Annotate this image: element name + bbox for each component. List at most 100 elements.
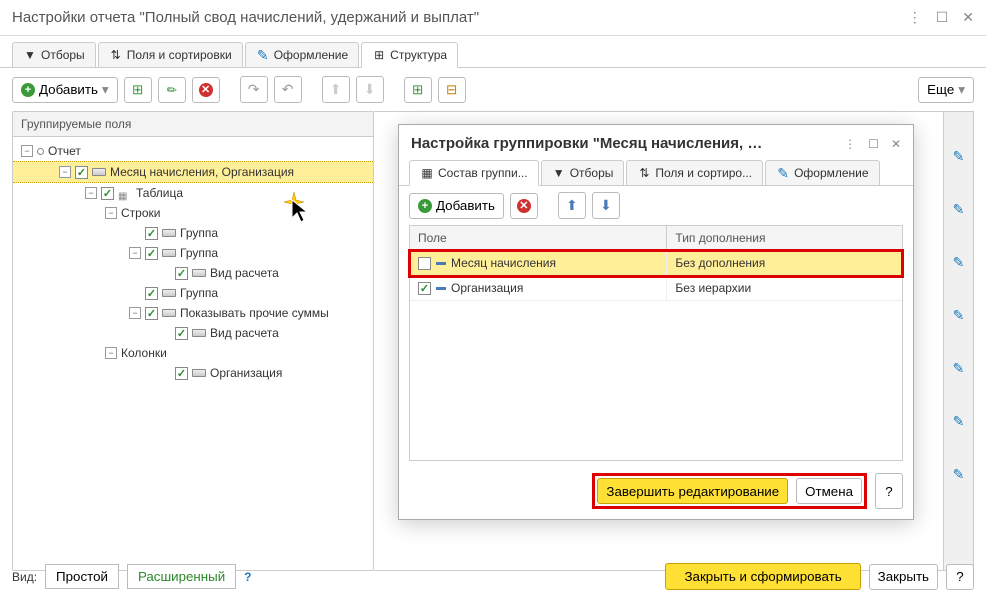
tab-filters[interactable]: ▼Отборы (12, 42, 96, 67)
footer-help-button[interactable]: ? (946, 564, 974, 590)
swap2-button[interactable]: ↶ (274, 76, 302, 103)
brush-icon[interactable]: ✎ (953, 307, 965, 324)
expand-button[interactable]: ⊞ (404, 77, 432, 103)
move-down-button[interactable]: ⬇ (356, 76, 384, 103)
main-tabs: ▼Отборы ⇅Поля и сортировки ✎Оформление ⊞… (0, 36, 986, 68)
checkbox[interactable] (418, 282, 431, 295)
checkbox[interactable] (175, 367, 188, 380)
dlg-add-button[interactable]: +Добавить (409, 193, 504, 219)
brush-icon[interactable]: ✎ (953, 201, 965, 218)
node-group2[interactable]: −Группа (13, 243, 373, 263)
brush-icon[interactable]: ✎ (953, 413, 965, 430)
tab-format[interactable]: ✎Оформление (245, 42, 359, 67)
more-icon[interactable]: ⋮ (908, 9, 922, 26)
down-icon: ⬇ (600, 197, 612, 214)
node-group3[interactable]: Группа (13, 283, 373, 303)
col-type: Тип дополнения (667, 226, 902, 250)
tab-dlg-fields[interactable]: ⇅Поля и сортиро... (626, 160, 763, 185)
node-show-other[interactable]: −Показывать прочие суммы (13, 303, 373, 323)
filter-icon: ▼ (23, 48, 37, 62)
node-table[interactable]: −Таблица (13, 183, 373, 203)
group-icon (162, 288, 176, 298)
brush-icon[interactable]: ✎ (953, 148, 965, 165)
checkbox[interactable] (101, 187, 114, 200)
checkbox[interactable] (145, 247, 158, 260)
more-button[interactable]: Еще▾ (918, 77, 974, 103)
tab-structure[interactable]: ⊞Структура (361, 42, 458, 68)
tree-icon: ⊞ (372, 48, 386, 62)
group-icon: ⊞ (132, 82, 143, 98)
mode-advanced[interactable]: Расширенный (127, 564, 236, 589)
panel-header: Группируемые поля (13, 112, 373, 137)
dlg-down-button[interactable]: ⬇ (592, 192, 620, 219)
col-field: Поле (410, 226, 667, 250)
window-controls: ⋮ ☐ ✕ (908, 9, 974, 26)
sort-icon: ⇅ (109, 48, 123, 62)
expand-icon: ⊞ (412, 82, 423, 98)
checkbox[interactable] (75, 166, 88, 179)
pencil-icon: ✎ (163, 81, 180, 98)
help-link[interactable]: ? (244, 570, 251, 584)
brush-icon[interactable]: ✎ (953, 360, 965, 377)
close-icon[interactable]: ✕ (962, 9, 974, 26)
add-button[interactable]: +Добавить▾ (12, 77, 118, 103)
tab-fields[interactable]: ⇅Поля и сортировки (98, 42, 243, 67)
tab-compose[interactable]: ▦Состав группи... (409, 160, 539, 186)
brush-icon[interactable]: ✎ (953, 254, 965, 271)
more-icon[interactable]: ⋮ (844, 137, 856, 151)
tab-dlg-filters[interactable]: ▼Отборы (541, 160, 625, 185)
down-icon: ⬇ (364, 81, 376, 98)
grid-row-org[interactable]: Организация Без иерархии (410, 276, 902, 301)
node-group1[interactable]: Группа (13, 223, 373, 243)
group-icon (192, 368, 206, 378)
collapse-button[interactable]: ⊟ (438, 77, 466, 103)
close-icon[interactable]: ✕ (891, 137, 901, 151)
maximize-icon[interactable]: ☐ (868, 137, 879, 151)
group-icon (162, 228, 176, 238)
window-header: Настройки отчета "Полный свод начислений… (0, 0, 986, 36)
mode-simple[interactable]: Простой (45, 564, 119, 589)
node-rows[interactable]: −Строки (13, 203, 373, 223)
dlg-up-button[interactable]: ⬆ (558, 192, 586, 219)
dropdown-icon: ▾ (958, 82, 965, 98)
right-strip: ✎ ✎ ✎ ✎ ✎ ✎ ✎ (944, 111, 974, 571)
swap-icon: ↷ (248, 81, 260, 98)
close-button[interactable]: Закрыть (869, 564, 938, 590)
grid-row-month[interactable]: Месяц начисления Без дополнения (410, 251, 902, 276)
node-vid2[interactable]: Вид расчета (13, 323, 373, 343)
grouping-dialog: Настройка группировки "Месяц начисления,… (398, 124, 914, 520)
node-columns[interactable]: −Колонки (13, 343, 373, 363)
checkbox[interactable] (145, 227, 158, 240)
node-report[interactable]: −Отчет (13, 141, 373, 161)
group-button[interactable]: ⊞ (124, 77, 152, 103)
window-title: Настройки отчета "Полный свод начислений… (12, 9, 908, 26)
checkbox[interactable] (175, 267, 188, 280)
cancel-button[interactable]: Отмена (796, 478, 862, 504)
edit-button[interactable]: ✎ (158, 77, 186, 103)
view-label: Вид: (12, 570, 37, 584)
maximize-icon[interactable]: ☐ (936, 9, 949, 26)
brush-icon[interactable]: ✎ (953, 466, 965, 483)
delete-button[interactable]: ✕ (192, 77, 220, 103)
plus-icon: + (418, 199, 432, 213)
dialog-grid: Поле Тип дополнения Месяц начисления Без… (409, 225, 903, 461)
tab-dlg-format[interactable]: ✎Оформление (765, 160, 879, 185)
dlg-delete-button[interactable]: ✕ (510, 193, 538, 219)
swap1-button[interactable]: ↷ (240, 76, 268, 103)
node-month-org[interactable]: −Месяц начисления, Организация (13, 161, 373, 183)
checkbox[interactable] (145, 307, 158, 320)
node-vid1[interactable]: Вид расчета (13, 263, 373, 283)
help-button[interactable]: ? (875, 473, 903, 509)
finish-button[interactable]: Завершить редактирование (597, 478, 788, 504)
group-icon (92, 167, 106, 177)
checkbox[interactable] (175, 327, 188, 340)
dialog-tabs: ▦Состав группи... ▼Отборы ⇅Поля и сортир… (399, 160, 913, 186)
close-and-form-button[interactable]: Закрыть и сформировать (665, 563, 860, 590)
checkbox[interactable] (418, 257, 431, 270)
dropdown-icon: ▾ (102, 82, 109, 98)
group-icon (162, 308, 176, 318)
up-icon: ⬆ (566, 197, 578, 214)
node-org[interactable]: Организация (13, 363, 373, 383)
move-up-button[interactable]: ⬆ (322, 76, 350, 103)
checkbox[interactable] (145, 287, 158, 300)
